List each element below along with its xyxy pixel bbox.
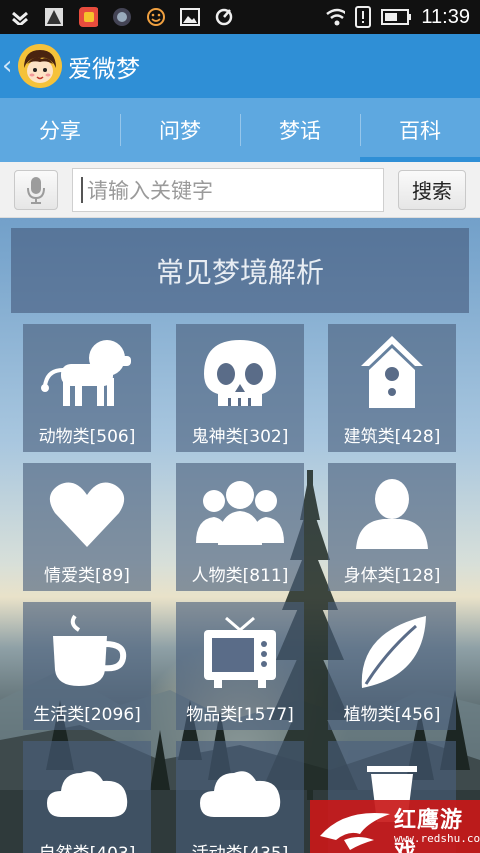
category-tile-people[interactable]: 人物类[811] [176, 463, 304, 591]
tv-icon [204, 616, 276, 688]
app-icon-1 [44, 7, 64, 27]
app-logo[interactable] [18, 44, 62, 88]
app-name: 爱微梦 [68, 54, 140, 83]
status-bar: 11:39 [0, 0, 480, 34]
watermark-url: www.redshu.com [394, 832, 480, 845]
sync-icon [214, 7, 234, 27]
tab-ask-dream[interactable]: 问梦 [120, 98, 240, 162]
cup-icon [53, 614, 127, 686]
app-icon-2 [112, 7, 132, 27]
category-label: 动物类[506] [38, 427, 136, 447]
app-title-bar: ‹ 爱微梦 [0, 34, 480, 98]
birdhouse-icon [361, 336, 423, 408]
search-row: 请输入关键字 搜索 [0, 162, 480, 218]
section-title: 常见梦境解析 [11, 228, 469, 313]
tab-encyclopedia[interactable]: 百科 [360, 98, 480, 162]
category-label: 鬼神类[302] [191, 427, 289, 447]
voice-input-button[interactable] [14, 169, 58, 210]
search-input[interactable]: 请输入关键字 [72, 167, 384, 212]
battery-icon [381, 7, 413, 27]
tab-dream-talk[interactable]: 梦话 [240, 98, 360, 162]
category-label: 自然类[403] [23, 841, 151, 853]
category-label: 人物类[811] [191, 566, 289, 586]
status-time: 11:39 [421, 5, 470, 28]
wifi-icon [325, 7, 346, 27]
text-cursor [81, 176, 83, 203]
category-tile-buildings[interactable]: 建筑类[428] [328, 324, 456, 452]
eagle-logo-icon [320, 812, 390, 850]
back-chevron-icon[interactable]: ‹ [2, 51, 18, 81]
category-label: 物品类[1577] [186, 705, 294, 725]
category-tile-body[interactable]: 身体类[128] [328, 463, 456, 591]
category-label: 情爱类[89] [44, 566, 130, 586]
girl-face-icon [18, 44, 62, 88]
heart-icon [49, 482, 125, 547]
face-icon [146, 7, 166, 27]
category-tile-life[interactable]: 生活类[2096] [23, 602, 151, 730]
category-label: 建筑类[428] [343, 427, 441, 447]
category-label: 植物类[456] [343, 705, 441, 725]
cloud-icon [47, 771, 128, 817]
microphone-icon [27, 176, 45, 204]
search-button[interactable]: 搜索 [398, 169, 466, 210]
image-icon [180, 7, 200, 27]
lion-icon [41, 340, 131, 406]
notification-icon [10, 7, 30, 27]
people-icon [196, 481, 284, 545]
category-label: 活动类[435] [176, 841, 304, 853]
watermark-logo: 红鹰游戏 www.redshu.com [310, 800, 480, 853]
watermark-title: 红鹰游戏 [394, 808, 464, 853]
tab-share[interactable]: 分享 [0, 98, 120, 162]
category-tile-items[interactable]: 物品类[1577] [176, 602, 304, 730]
category-tile-love[interactable]: 情爱类[89] [23, 463, 151, 591]
search-placeholder: 请输入关键字 [87, 178, 213, 203]
alert-icon [353, 6, 373, 28]
app-store-icon [78, 7, 98, 27]
cloud-icon [200, 771, 281, 817]
category-label: 生活类[2096] [33, 705, 141, 725]
tab-bar: 分享 问梦 梦话 百科 [0, 98, 480, 162]
category-tile-animals[interactable]: 动物类[506] [23, 324, 151, 452]
category-label: 身体类[128] [343, 566, 441, 586]
person-icon [356, 479, 428, 549]
category-tile-plants[interactable]: 植物类[456] [328, 602, 456, 730]
category-tile-activities[interactable]: 活动类[435] [176, 741, 304, 853]
skull-icon [204, 340, 276, 406]
category-tile-nature[interactable]: 自然类[403] [23, 741, 151, 853]
category-tile-ghosts[interactable]: 鬼神类[302] [176, 324, 304, 452]
leaf-icon [361, 616, 426, 688]
